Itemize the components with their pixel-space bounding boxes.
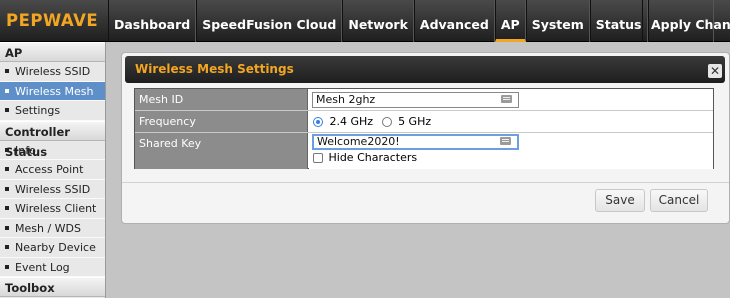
save-button[interactable]: Save: [595, 189, 645, 212]
sidebar-section-controller-status: Controller Status: [0, 120, 105, 159]
mesh-id-input[interactable]: Mesh 2ghz: [312, 92, 519, 108]
sidebar-item-label: Wireless Client: [15, 202, 97, 215]
bullet-icon: [5, 206, 9, 210]
row-mesh-id: Mesh ID Mesh 2ghz: [135, 89, 713, 111]
dialog-title: Wireless Mesh Settings: [135, 62, 294, 76]
top-navigation-bar: PEPWAVE Dashboard SpeedFusion Cloud Netw…: [0, 0, 730, 42]
hide-characters-label: Hide Characters: [328, 151, 418, 164]
sidebar-item-wireless-mesh[interactable]: Wireless Mesh: [0, 81, 105, 101]
sidebar-item-label: Access Point: [15, 163, 84, 176]
mesh-id-label: Mesh ID: [135, 89, 308, 110]
tab-speedfusion-cloud[interactable]: SpeedFusion Cloud: [196, 0, 343, 42]
bullet-icon: [5, 147, 9, 152]
frequency-label: Frequency: [135, 111, 308, 132]
sidebar-item-wireless-client[interactable]: Wireless Client: [0, 199, 105, 219]
row-shared-key: Shared Key Welcome2020! Hide Characters: [135, 133, 713, 169]
row-frequency: Frequency 2.4 GHz 5 GHz: [135, 111, 713, 133]
shared-key-input[interactable]: Welcome2020!: [312, 134, 519, 150]
mesh-settings-form: Mesh ID Mesh 2ghz Frequency 2.4 GHz 5 GH…: [134, 88, 714, 169]
keyboard-icon: [501, 95, 512, 103]
sidebar-item-label: Wireless SSID: [15, 182, 91, 196]
sidebar-item-label: Mesh / WDS: [15, 221, 81, 235]
bullet-icon: [5, 225, 9, 230]
close-icon[interactable]: ✕: [708, 64, 722, 78]
bullet-icon: [5, 108, 9, 112]
bullet-icon: [5, 264, 9, 269]
frequency-option-5ghz-label: 5 GHz: [398, 115, 432, 128]
hide-characters-checkbox[interactable]: [313, 153, 323, 163]
sidebar-item-status-wireless-ssid[interactable]: Wireless SSID: [0, 180, 105, 199]
bullet-icon: [5, 69, 9, 73]
frequency-option-2-4ghz-label: 2.4 GHz: [329, 115, 374, 128]
frequency-radio-2-4ghz[interactable]: [313, 117, 323, 127]
mesh-id-value: Mesh 2ghz: [316, 93, 376, 106]
cancel-button[interactable]: Cancel: [650, 189, 708, 212]
dialog-divider: [122, 182, 729, 183]
sidebar-item-label: Event Log: [15, 260, 70, 274]
tab-status[interactable]: Status: [589, 0, 648, 42]
dialog-title-bar: Wireless Mesh Settings ✕: [125, 56, 725, 83]
pepwave-logo: PEPWAVE: [6, 11, 99, 30]
hide-characters-option: Hide Characters: [313, 151, 417, 165]
keyboard-icon: [500, 137, 511, 145]
tab-system[interactable]: System: [525, 0, 590, 42]
sidebar-section-toolbox: Toolbox: [0, 277, 105, 297]
sidebar-item-label: Nearby Device: [15, 241, 96, 254]
sidebar-item-label: Wireless SSID: [15, 65, 91, 78]
frequency-radio-5ghz[interactable]: [381, 117, 392, 127]
frequency-cell: 2.4 GHz 5 GHz: [309, 111, 713, 132]
sidebar-item-event-log[interactable]: Event Log: [0, 258, 105, 277]
sidebar-item-label: Settings: [15, 104, 61, 117]
main-nav: Dashboard SpeedFusion Cloud Network Adva…: [108, 0, 714, 42]
shared-key-cell: Welcome2020! Hide Characters: [309, 133, 713, 169]
wireless-mesh-settings-dialog: Wireless Mesh Settings ✕ Mesh ID Mesh 2g…: [121, 52, 730, 224]
shared-key-label: Shared Key: [135, 133, 308, 169]
tab-network[interactable]: Network: [342, 0, 414, 42]
tab-dashboard[interactable]: Dashboard: [108, 0, 197, 42]
sidebar-item-settings[interactable]: Settings: [0, 101, 105, 121]
tab-advanced[interactable]: Advanced: [413, 0, 495, 42]
tab-ap[interactable]: AP: [494, 0, 526, 42]
bullet-icon: [5, 167, 9, 171]
sidebar: AP Wireless SSID Wireless Mesh Settings …: [0, 42, 106, 298]
bullet-icon: [5, 186, 9, 191]
apply-changes-button[interactable]: Apply Changes: [642, 0, 730, 42]
sidebar-item-label: Wireless Mesh: [15, 84, 94, 98]
bullet-icon: [5, 88, 9, 93]
bullet-icon: [5, 245, 9, 249]
sidebar-item-label: Info: [15, 143, 36, 157]
sidebar-item-wireless-ssid[interactable]: Wireless SSID: [0, 62, 105, 82]
sidebar-item-mesh-wds[interactable]: Mesh / WDS: [0, 219, 105, 238]
sidebar-item-info[interactable]: Info: [0, 141, 105, 160]
sidebar-item-access-point[interactable]: Access Point: [0, 160, 105, 180]
sidebar-section-ap: AP: [0, 42, 105, 62]
sidebar-item-nearby-device[interactable]: Nearby Device: [0, 238, 105, 258]
mesh-id-cell: Mesh 2ghz: [309, 89, 713, 110]
shared-key-value: Welcome2020!: [317, 135, 400, 148]
